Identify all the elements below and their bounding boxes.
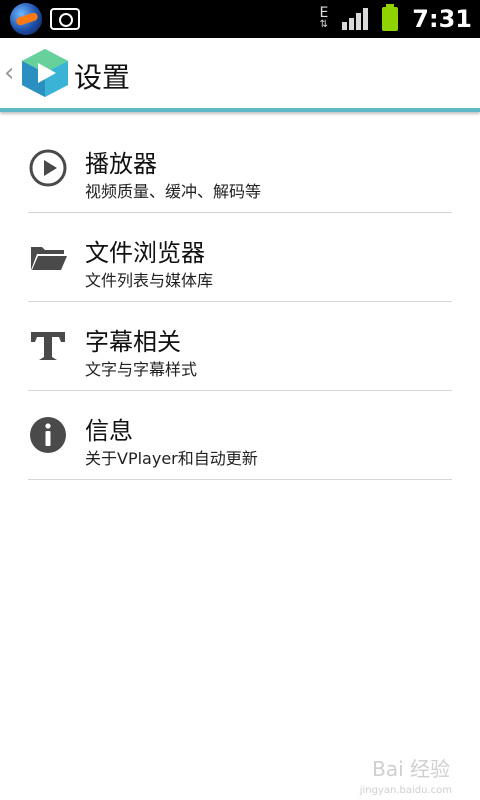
text-icon [31, 332, 65, 360]
settings-item-info[interactable]: 信息 关于VPlayer和自动更新 [28, 391, 452, 480]
play-icon [29, 149, 67, 187]
info-icon [30, 417, 66, 453]
network-label: E [319, 5, 329, 21]
settings-item-title: 字幕相关 [85, 328, 181, 356]
action-bar: ‹ 设置 [0, 38, 480, 112]
settings-item-subtitles[interactable]: 字幕相关 文字与字幕样式 [28, 302, 452, 391]
clock: 7:31 [412, 5, 472, 33]
settings-item-subtitle: 文字与字幕样式 [85, 360, 198, 379]
settings-item-title: 播放器 [85, 150, 157, 178]
app-notification-icon [10, 3, 42, 35]
battery-icon [382, 4, 399, 31]
folder-icon [31, 247, 67, 270]
status-bar: E ⇅ 7:31 [0, 0, 480, 38]
settings-item-player[interactable]: 播放器 视频质量、缓冲、解码等 [28, 124, 452, 213]
back-chevron-icon[interactable]: ‹ [4, 60, 14, 86]
page-title: 设置 [74, 61, 131, 94]
watermark: Bai 经验 [372, 757, 450, 781]
vplayer-logo-icon[interactable] [22, 49, 68, 97]
settings-item-subtitle: 关于VPlayer和自动更新 [85, 449, 258, 468]
settings-item-title: 文件浏览器 [85, 239, 205, 267]
camera-icon [50, 8, 80, 30]
edge-network-icon: E ⇅ [319, 5, 329, 30]
settings-item-subtitle: 视频质量、缓冲、解码等 [85, 182, 262, 201]
status-bar-right: E ⇅ 7:31 [319, 3, 472, 35]
settings-item-subtitle: 文件列表与媒体库 [85, 271, 214, 290]
settings-item-file-browser[interactable]: 文件浏览器 文件列表与媒体库 [28, 213, 452, 302]
settings-list: 播放器 视频质量、缓冲、解码等 文件浏览器 文件列表与媒体库 字幕相关 文字与字… [28, 124, 452, 480]
watermark-url: jingyan.baidu.com [359, 785, 452, 796]
signal-icon [342, 8, 369, 30]
status-bar-left [10, 3, 80, 35]
settings-item-title: 信息 [85, 417, 133, 445]
